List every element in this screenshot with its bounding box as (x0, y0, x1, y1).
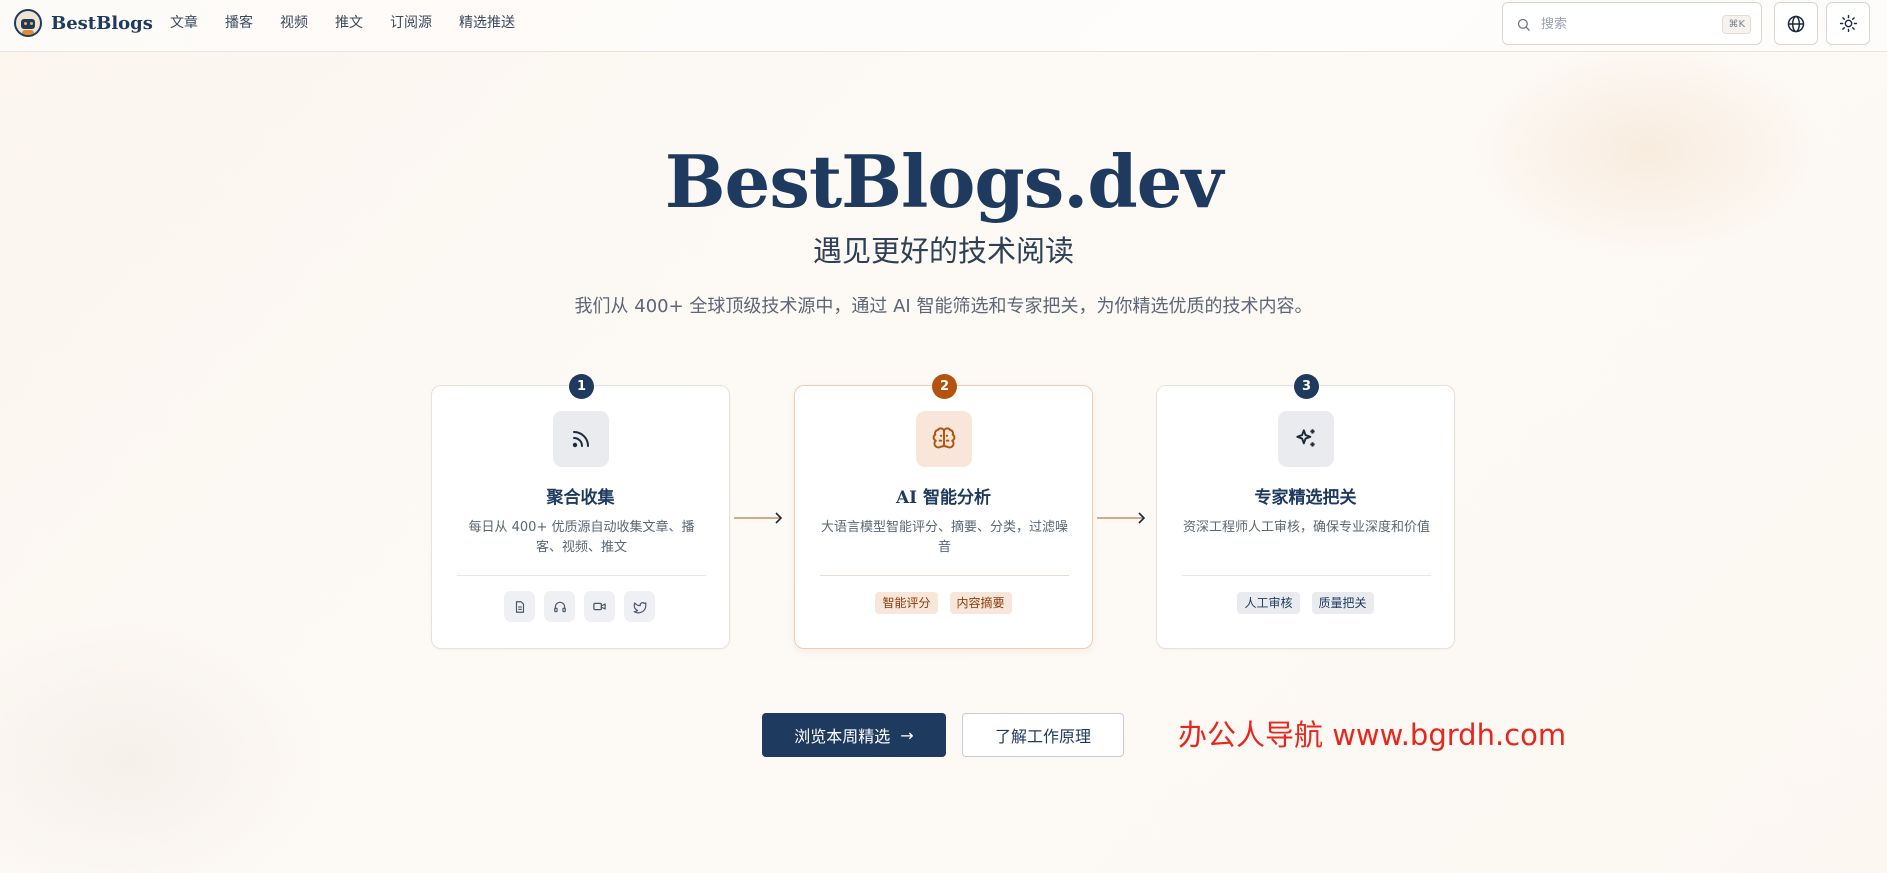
how-it-works-button[interactable]: 了解工作原理 (962, 713, 1124, 757)
card-divider (820, 575, 1069, 576)
hero-subtitle: 遇见更好的技术阅读 (812, 234, 1074, 268)
step-title: AI 智能分析 (895, 488, 992, 508)
search-box[interactable]: ⌘K (1502, 2, 1762, 45)
button-label: 了解工作原理 (994, 727, 1091, 746)
theme-toggle-button[interactable] (1826, 2, 1870, 45)
brand-name: BestBlogs (51, 12, 153, 34)
step-number-badge: 3 (1294, 374, 1319, 399)
globe-icon (1787, 15, 1805, 32)
nav-feeds[interactable]: 订阅源 (390, 14, 432, 32)
brand-link[interactable]: BestBlogs (14, 9, 153, 37)
feature-tag: 人工审核 (1237, 592, 1300, 614)
language-button[interactable] (1774, 2, 1818, 45)
step-card-expert-review: 3 专家精选把关 资深工程师人工审核，确保专业深度和价值 人工审核 质量把关 (1156, 374, 1455, 649)
nav-articles[interactable]: 文章 (170, 14, 198, 32)
main-nav: 文章 播客 视频 推文 订阅源 精选推送 (170, 14, 542, 32)
search-shortcut-hint: ⌘K (1722, 15, 1751, 34)
flow-arrow-icon (1096, 510, 1148, 530)
hero-title: BestBlogs.dev (664, 139, 1224, 224)
step-title: 聚合收集 (546, 488, 615, 508)
step-number-badge: 2 (932, 374, 957, 399)
card-divider (457, 575, 706, 576)
video-icon (584, 591, 615, 622)
feature-tags: 智能评分 内容摘要 (795, 592, 1092, 614)
nav-videos[interactable]: 视频 (280, 14, 308, 32)
browse-weekly-picks-button[interactable]: 浏览本周精选 → (762, 713, 946, 757)
headphones-icon (544, 591, 575, 622)
step-number-badge: 1 (569, 374, 594, 399)
arrow-right-icon: → (900, 725, 914, 745)
search-icon (1517, 18, 1530, 31)
step-card-collect: 1 聚合收集 每日从 400+ 优质源自动收集文章、播客、视频、推文 (431, 374, 730, 649)
feature-tag: 质量把关 (1311, 592, 1374, 614)
step-description: 大语言模型智能评分、摘要、分类，过滤噪音 (821, 520, 1069, 555)
brain-icon (916, 411, 972, 467)
brand-logo-icon (14, 9, 42, 37)
nav-tweets[interactable]: 推文 (335, 14, 363, 32)
button-label: 浏览本周精选 (794, 727, 891, 746)
card-divider (1182, 575, 1431, 576)
source-type-icons (504, 591, 664, 622)
flow-arrow-icon (733, 510, 785, 530)
step-description: 资深工程师人工审核，确保专业深度和价值 (1183, 520, 1431, 535)
top-navigation-bar: BestBlogs 文章 播客 视频 推文 订阅源 精选推送 ⌘K (0, 0, 1887, 52)
nav-newsletter[interactable]: 精选推送 (459, 14, 515, 32)
twitter-icon (624, 591, 655, 622)
search-input[interactable] (1541, 13, 1711, 35)
feature-tag: 内容摘要 (949, 592, 1012, 614)
step-description: 每日从 400+ 优质源自动收集文章、播客、视频、推文 (468, 520, 695, 555)
hero-description: 我们从 400+ 全球顶级技术源中，通过 AI 智能筛选和专家把关，为你精选优质… (574, 296, 1313, 317)
step-title: 专家精选把关 (1254, 488, 1357, 508)
feature-tags: 人工审核 质量把关 (1157, 592, 1454, 614)
nav-podcasts[interactable]: 播客 (225, 14, 253, 32)
watermark-text: 办公人导航 www.bgrdh.com (1178, 718, 1567, 752)
document-icon (504, 591, 535, 622)
rss-icon (553, 411, 609, 467)
step-card-ai-analysis: 2 AI 智能分析 大语言模型智能评分、摘要、分类，过滤噪音 智能评分 内容摘要 (794, 374, 1093, 649)
sparkles-icon (1278, 411, 1334, 467)
feature-tag: 智能评分 (875, 592, 938, 614)
sun-icon (1839, 14, 1857, 33)
